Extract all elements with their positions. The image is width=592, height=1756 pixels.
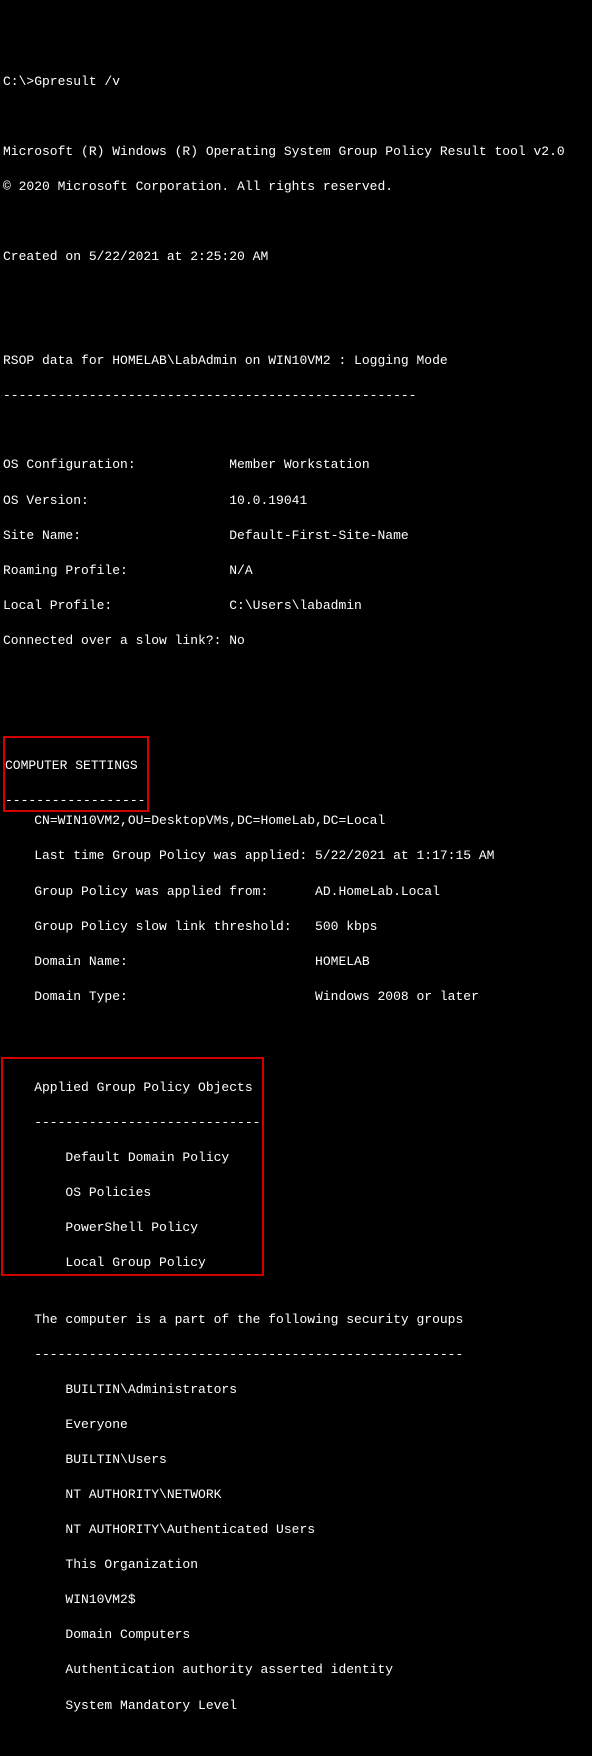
security-groups-dashes: ----------------------------------------… (3, 1346, 592, 1364)
command-prompt: C:\>Gpresult /v (3, 73, 592, 91)
sg-everyone: Everyone (3, 1416, 592, 1434)
sg-mandatory-level: System Mandatory Level (3, 1697, 592, 1715)
gpo-highlight: Applied Group Policy Objects -----------… (1, 1057, 264, 1276)
copyright: © 2020 Microsoft Corporation. All rights… (3, 178, 592, 196)
site-name: Site Name: Default-First-Site-Name (3, 527, 592, 545)
computer-settings-highlight: COMPUTER SETTINGS ------------------ (3, 736, 149, 812)
gpo-os-policies: OS Policies (3, 1184, 260, 1202)
created-on: Created on ‎5/‎22/‎2021 at 2:25:20 AM (3, 248, 592, 266)
local-profile: Local Profile: C:\Users\labadmin (3, 597, 592, 615)
gpo-local: Local Group Policy (3, 1254, 260, 1272)
sg-this-org: This Organization (3, 1556, 592, 1574)
computer-settings-dashes: ------------------ (5, 792, 145, 810)
security-groups-header: The computer is a part of the following … (3, 1311, 592, 1329)
sg-builtin-admins: BUILTIN\Administrators (3, 1381, 592, 1399)
tool-header: Microsoft (R) Windows (R) Operating Syst… (3, 143, 592, 161)
sg-builtin-users: BUILTIN\Users (3, 1451, 592, 1469)
sg-win10vm2: WIN10VM2$ (3, 1591, 592, 1609)
sg-nt-auth-users: NT AUTHORITY\Authenticated Users (3, 1521, 592, 1539)
gpo-default-domain: Default Domain Policy (3, 1149, 260, 1167)
slow-link: Connected over a slow link?: No (3, 632, 592, 650)
rsop-dashes: ----------------------------------------… (3, 387, 592, 405)
roaming-profile: Roaming Profile: N/A (3, 562, 592, 580)
sg-auth-identity: Authentication authority asserted identi… (3, 1661, 592, 1679)
gpo-powershell: PowerShell Policy (3, 1219, 260, 1237)
cs-last-applied: Last time Group Policy was applied: 5/22… (3, 847, 592, 865)
cs-domain-type: Domain Type: Windows 2008 or later (3, 988, 592, 1006)
os-version: OS Version: 10.0.19041 (3, 492, 592, 510)
cs-domain-name: Domain Name: HOMELAB (3, 953, 592, 971)
os-configuration: OS Configuration: Member Workstation (3, 456, 592, 474)
computer-settings-header: COMPUTER SETTINGS (5, 757, 145, 775)
cs-cn: CN=WIN10VM2,OU=DesktopVMs,DC=HomeLab,DC=… (3, 812, 592, 830)
rsop-header: RSOP data for HOMELAB\LabAdmin on WIN10V… (3, 352, 592, 370)
cs-applied-from: Group Policy was applied from: AD.HomeLa… (3, 883, 592, 901)
sg-nt-network: NT AUTHORITY\NETWORK (3, 1486, 592, 1504)
gpo-dashes: ----------------------------- (3, 1114, 260, 1132)
sg-domain-computers: Domain Computers (3, 1626, 592, 1644)
cs-slow-threshold: Group Policy slow link threshold: 500 kb… (3, 918, 592, 936)
gpo-header: Applied Group Policy Objects (3, 1079, 260, 1097)
